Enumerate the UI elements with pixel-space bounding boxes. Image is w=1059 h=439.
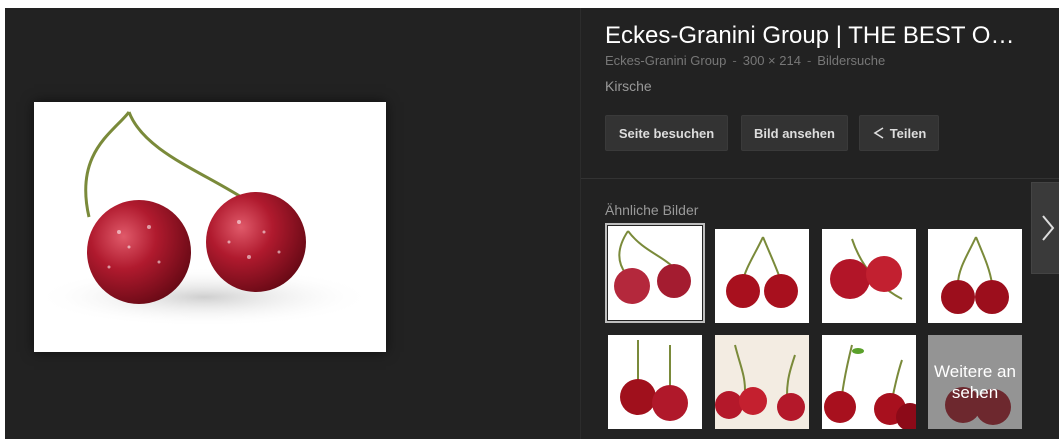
chevron-right-icon — [1042, 215, 1055, 241]
result-source[interactable]: Eckes-Granini Group — [605, 53, 726, 68]
thumb-image — [620, 340, 688, 421]
share-icon — [873, 127, 884, 139]
share-label: Teilen — [889, 126, 927, 141]
similar-thumb-2[interactable] — [715, 229, 809, 323]
see-more-overlay[interactable]: Weitere ansehen — [928, 335, 1022, 429]
section-divider — [581, 178, 1059, 179]
similar-thumb-more[interactable]: Weitere ansehen — [928, 335, 1022, 429]
result-meta: Eckes-Granini Group -300 × 214- Bildersuch… — [605, 53, 886, 68]
visit-page-label: Seite besuchen — [618, 126, 715, 141]
thumb-image — [614, 230, 691, 304]
image-info-panel: Eckes-Granini Group | THE BEST O… Eckes-… — [580, 8, 1059, 439]
similar-thumb-6[interactable] — [715, 335, 809, 429]
view-image-label: Bild ansehen — [754, 126, 835, 141]
visit-page-button[interactable]: Seite besuchen — [605, 115, 728, 151]
main-image-cherries[interactable] — [34, 102, 386, 352]
thumb-image — [715, 335, 809, 429]
result-caption: Kirsche — [605, 78, 652, 94]
view-image-button[interactable]: Bild ansehen — [741, 115, 848, 151]
similar-thumb-1[interactable] — [605, 223, 705, 323]
search-type-link[interactable]: Bildersuche — [817, 53, 885, 68]
cherries-photo — [34, 111, 374, 327]
result-dimensions: 300 × 214 — [742, 53, 801, 68]
similar-thumb-7[interactable] — [822, 335, 916, 429]
thumb-image — [824, 344, 916, 429]
similar-images-heading: Ähnliche Bilder — [605, 202, 699, 218]
share-button[interactable]: Teilen — [859, 115, 939, 151]
result-title[interactable]: Eckes-Granini Group | THE BEST O… — [605, 22, 1050, 50]
similar-thumb-3[interactable] — [822, 229, 916, 323]
thumb-image — [941, 236, 1009, 314]
thumb-image — [726, 236, 798, 308]
similar-thumb-5[interactable] — [608, 335, 702, 429]
thumb-image — [830, 238, 903, 300]
similar-thumb-4[interactable] — [928, 229, 1022, 323]
image-viewer-panel: Eckes-Granini Group | THE BEST O… Eckes-… — [5, 8, 1059, 439]
next-image-button[interactable] — [1031, 182, 1059, 274]
see-more-label: Weitere ansehen — [934, 362, 1016, 402]
